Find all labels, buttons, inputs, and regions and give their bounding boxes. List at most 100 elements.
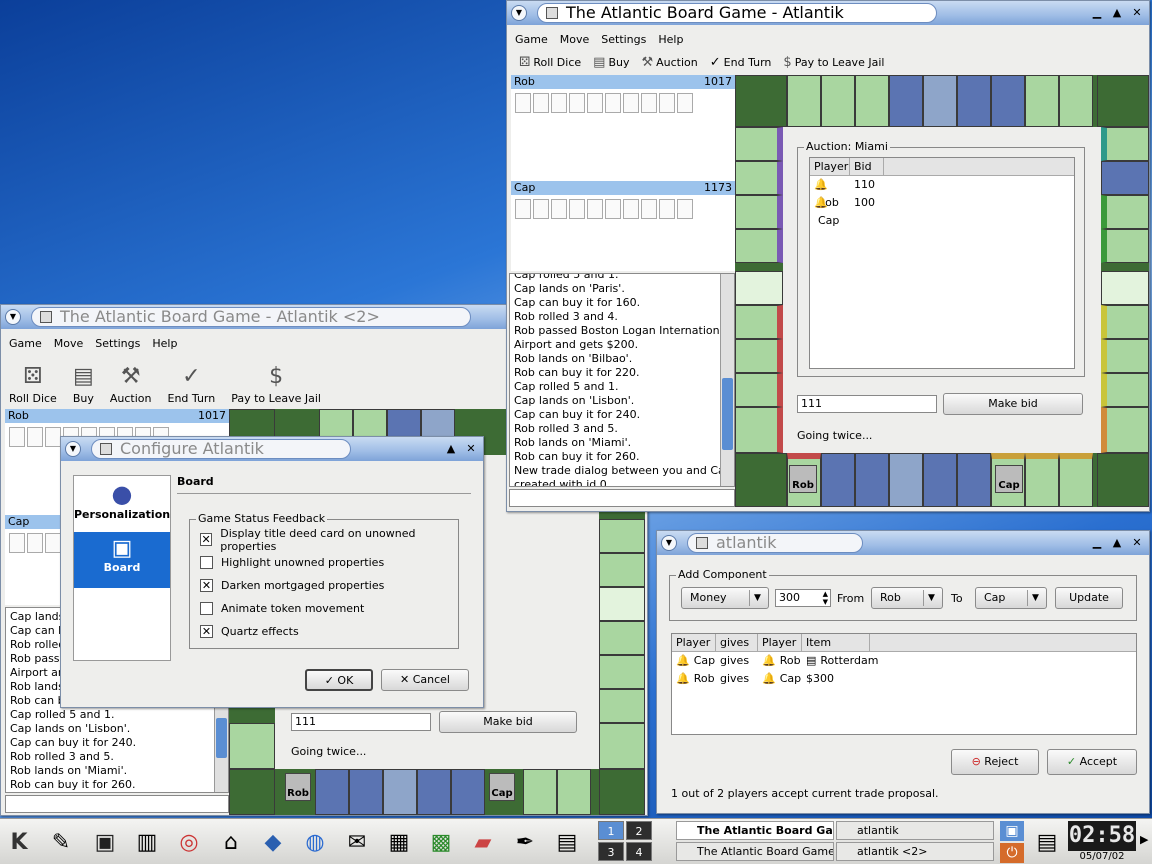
maximize-button[interactable]: ▲ <box>1109 5 1125 21</box>
board-square[interactable] <box>855 453 889 507</box>
board-square[interactable] <box>735 127 783 161</box>
atlantik-icon[interactable]: ▤ <box>550 825 584 859</box>
board-square[interactable] <box>349 769 383 815</box>
titlebar[interactable]: ▼ Configure Atlantik ▲ ✕ <box>61 437 483 461</box>
task-atlantik[interactable]: atlantik <box>836 821 994 840</box>
board-square[interactable] <box>383 769 417 815</box>
board-square[interactable] <box>735 339 783 373</box>
col-gives[interactable]: gives <box>716 634 758 651</box>
presentation-icon[interactable]: ▰ <box>466 825 500 859</box>
board-square[interactable] <box>599 621 645 655</box>
window-menu-button[interactable]: ▼ <box>5 309 21 325</box>
edit-icon[interactable]: ✎ <box>44 825 78 859</box>
table-row[interactable]: 🔔 Cap gives 🔔 Rob ▤ Rotterdam <box>672 652 1136 670</box>
board-square[interactable] <box>957 453 991 507</box>
pay-jail-button[interactable]: $ Pay to Leave Jail <box>777 51 890 73</box>
auction-button[interactable]: ⚒ Auction <box>102 357 160 407</box>
board-square[interactable] <box>735 161 783 195</box>
window-menu-button[interactable]: ▼ <box>65 441 81 457</box>
board-square[interactable] <box>417 769 451 815</box>
board-square[interactable] <box>1101 127 1149 161</box>
end-turn-button[interactable]: ✓ End Turn <box>160 357 224 407</box>
board-square[interactable] <box>889 75 923 127</box>
close-button[interactable]: ✕ <box>1129 5 1145 21</box>
board-square[interactable] <box>1101 195 1149 229</box>
reject-button[interactable]: ⊖ Reject <box>951 749 1039 775</box>
board-square[interactable] <box>1101 339 1149 373</box>
col-player[interactable]: Player <box>672 634 716 651</box>
board-square[interactable] <box>557 769 591 815</box>
taskbar-arrow-icon[interactable]: ▶ <box>1140 833 1148 846</box>
col-player2[interactable]: Player <box>758 634 802 651</box>
board-square[interactable] <box>451 769 485 815</box>
sidebar-item-personalization[interactable]: ● Personalization <box>74 476 170 532</box>
trade-items-table[interactable]: Player gives Player Item 🔔 Cap gives 🔔 Rob… <box>671 633 1137 735</box>
option-highlight-unowned[interactable]: Highlight unowned properties <box>200 551 458 574</box>
table-row[interactable]: 🔔Cap 100 <box>810 194 1074 227</box>
auction-bid-table[interactable]: Player Bid 🔔Rob 110 🔔Cap 100 <box>809 157 1075 369</box>
col-player[interactable]: Player <box>810 158 850 175</box>
menu-move[interactable]: Move <box>54 337 84 350</box>
board-square[interactable] <box>1059 453 1093 507</box>
board-square[interactable] <box>991 75 1025 127</box>
player-row-rob[interactable]: Rob 1017 <box>5 409 229 423</box>
lock-icon[interactable]: ▣ <box>1000 821 1024 841</box>
menu-help[interactable]: Help <box>658 33 683 46</box>
roll-dice-button[interactable]: ⚄ Roll Dice <box>513 51 587 73</box>
board-square[interactable] <box>923 453 957 507</box>
minimize-button[interactable]: ▁ <box>1089 535 1105 551</box>
token-rob[interactable]: Rob <box>789 465 817 493</box>
token-cap[interactable]: Cap <box>489 773 515 801</box>
col-bid[interactable]: Bid <box>850 158 884 175</box>
checkbox[interactable]: ✕ <box>200 625 213 638</box>
help-icon[interactable]: ◎ <box>172 825 206 859</box>
window-menu-button[interactable]: ▼ <box>661 535 677 551</box>
player-row-cap[interactable]: Cap 1173 <box>511 181 735 195</box>
maximize-button[interactable]: ▲ <box>443 441 459 457</box>
checkbox[interactable] <box>200 602 213 615</box>
buy-button[interactable]: ▤ Buy <box>587 51 635 73</box>
checkbox[interactable]: ✕ <box>200 579 213 592</box>
board-square[interactable] <box>229 723 275 769</box>
menu-move[interactable]: Move <box>560 33 590 46</box>
board-square[interactable] <box>735 195 783 229</box>
board-square[interactable] <box>1097 453 1149 507</box>
scroll-thumb[interactable] <box>216 718 227 758</box>
log-input[interactable] <box>509 489 735 507</box>
board-square[interactable] <box>1097 75 1149 127</box>
accept-button[interactable]: ✓ Accept <box>1047 749 1137 775</box>
draw-icon[interactable]: ✒ <box>508 825 542 859</box>
office-icon[interactable]: ▦ <box>382 825 416 859</box>
board-square[interactable] <box>889 453 923 507</box>
board-square[interactable] <box>1101 373 1149 407</box>
clipboard-icon[interactable]: ▤ <box>1030 825 1064 859</box>
col-item[interactable]: Item <box>802 634 870 651</box>
board-square[interactable] <box>1025 453 1059 507</box>
table-row[interactable]: 🔔Rob 110 <box>810 176 1074 209</box>
board-square[interactable] <box>735 453 787 507</box>
board-square[interactable] <box>1101 271 1149 305</box>
close-button[interactable]: ✕ <box>463 441 479 457</box>
ok-button[interactable]: ✓ OK <box>305 669 373 691</box>
amount-spinbox[interactable]: 300 ▲ ▼ <box>775 589 831 607</box>
board-square[interactable] <box>599 769 645 815</box>
player-row-rob[interactable]: Rob 1017 <box>511 75 735 89</box>
board-square[interactable] <box>735 75 787 127</box>
table-row[interactable]: 🔔 Rob gives 🔔 Cap $300 <box>672 670 1136 688</box>
checkbox[interactable]: ✕ <box>200 533 213 546</box>
menu-help[interactable]: Help <box>152 337 177 350</box>
board-square[interactable] <box>821 75 855 127</box>
board-square[interactable] <box>735 229 783 263</box>
scroll-thumb[interactable] <box>722 378 733 450</box>
board-square[interactable] <box>787 75 821 127</box>
option-quartz-effects[interactable]: ✕ Quartz effects <box>200 620 458 643</box>
browser-icon[interactable]: ◍ <box>298 825 332 859</box>
logout-icon[interactable]: ⏻ <box>1000 843 1024 863</box>
roll-dice-button[interactable]: ⚄ Roll Dice <box>1 357 65 407</box>
board-square[interactable] <box>957 75 991 127</box>
cancel-button[interactable]: ✕ Cancel <box>381 669 469 691</box>
board-square[interactable] <box>599 519 645 553</box>
event-log[interactable]: Cap rolled 5 and 1. Cap lands on 'Paris'… <box>509 273 735 487</box>
task-game-main[interactable]: The Atlantic Board Game <box>676 821 834 840</box>
buy-button[interactable]: ▤ Buy <box>65 357 102 407</box>
